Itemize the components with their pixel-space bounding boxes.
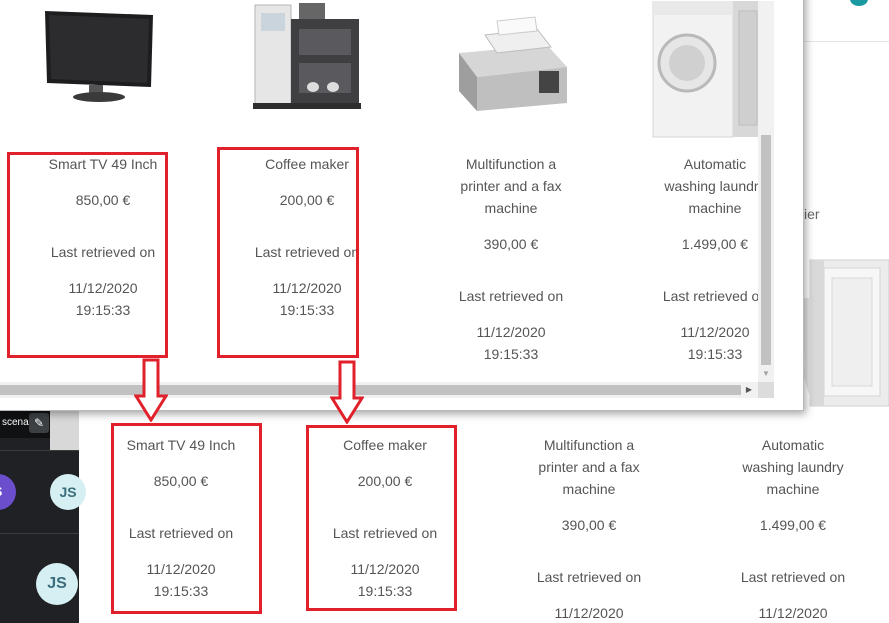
retrieved-label: Last retrieved on xyxy=(740,569,846,585)
call-tile xyxy=(50,408,79,450)
down-arrow-icon xyxy=(330,360,364,424)
avatar[interactable]: JS xyxy=(36,563,78,605)
washing-machine-image xyxy=(796,259,889,407)
retrieved-label: Last retrieved on xyxy=(536,569,642,585)
scroll-down-icon[interactable]: ▼ xyxy=(758,367,774,381)
divider xyxy=(0,533,79,534)
coffee-maker-image xyxy=(253,3,361,109)
product-card[interactable]: Multifunction a printer and a fax machin… xyxy=(411,153,611,365)
highlight-box xyxy=(7,152,168,358)
product-price: 390,00 € xyxy=(561,517,617,533)
tv-image xyxy=(45,11,153,102)
vertical-scroll-thumb[interactable] xyxy=(761,135,771,365)
retrieved-date: 11/12/2020 xyxy=(758,605,828,621)
down-arrow-icon xyxy=(134,358,168,422)
product-name: Multifunction a printer and a fax machin… xyxy=(460,156,562,216)
product-card[interactable]: Multifunction a printer and a fax machin… xyxy=(489,434,689,623)
horizontal-scroll-thumb[interactable] xyxy=(0,385,741,395)
edit-pencil-icon[interactable]: ✎ xyxy=(29,413,49,433)
highlight-box xyxy=(111,423,262,614)
header-strip xyxy=(804,0,889,42)
product-price: 1.499,00 € xyxy=(681,236,749,252)
product-name: Multifunction a printer and a fax machin… xyxy=(538,437,640,497)
retrieved-date: 11/12/2020 xyxy=(554,605,624,621)
retrieved-label: Last retrieved on xyxy=(458,288,564,304)
divider xyxy=(0,450,79,451)
scroll-right-icon[interactable]: ▶ xyxy=(741,382,757,398)
retrieved-label: Last retrieved on xyxy=(662,288,768,304)
product-card[interactable]: Automatic washing laundry machine 1.499,… xyxy=(693,434,889,623)
retrieved-time: 19:15:33 xyxy=(483,346,539,362)
product-price: 390,00 € xyxy=(483,236,539,252)
printer-image xyxy=(459,16,567,111)
partial-product-name: ier xyxy=(804,206,820,222)
product-name: Automatic washing laundry machine xyxy=(664,156,766,216)
highlight-box xyxy=(306,425,457,611)
product-price: 1.499,00 € xyxy=(759,517,827,533)
washing-machine-image xyxy=(652,1,763,138)
product-card[interactable]: Automatic washing laundry machine 1.499,… xyxy=(615,153,803,365)
retrieved-date: 11/12/2020 xyxy=(476,324,546,340)
retrieved-date: 11/12/2020 xyxy=(680,324,750,340)
scroll-corner xyxy=(758,382,774,398)
highlight-box xyxy=(217,147,359,358)
retrieved-time: 19:15:33 xyxy=(687,346,743,362)
product-name: Automatic washing laundry machine xyxy=(742,437,844,497)
